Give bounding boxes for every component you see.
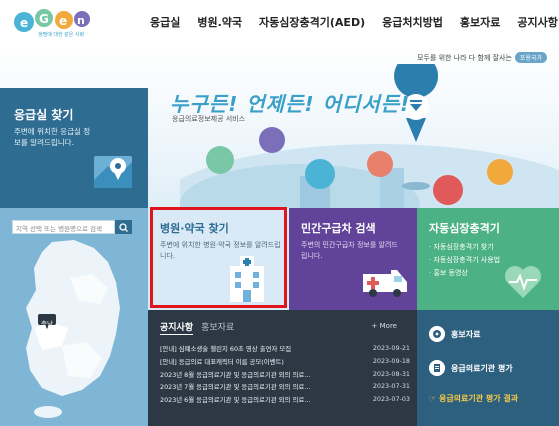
- promo-link[interactable]: 홍보자료: [429, 326, 480, 342]
- ambulance-desc: 주변의 민간구급차 정보를 알려드립니다.: [301, 241, 398, 260]
- nav-item-aed[interactable]: 자동심장충격기(AED): [259, 14, 365, 30]
- eval-result-link[interactable]: ☞ 응급의료기관 평가 결과: [429, 393, 518, 404]
- aed-links: · 자동심장충격기 찾기 · 자동심장충격기 사용법 · 홍보 동영상: [429, 241, 500, 280]
- eval-label: 응급의료기관 평가: [451, 363, 513, 373]
- film-icon: [429, 326, 445, 342]
- resources-panel: 홍보자료 응급의료기관 평가 ☞ 응급의료기관 평가 결과: [417, 310, 559, 426]
- main-nav: 응급실 병원.약국 자동심장충격기(AED) 응급처치방법 홍보자료 공지사항: [150, 14, 559, 30]
- svg-text:n: n: [77, 14, 85, 27]
- notice-date: 2023-09-21: [372, 344, 410, 352]
- region-map-panel: 지역 선택 또는 병원명으로 검색 충남: [0, 208, 148, 426]
- notice-row[interactable]: 2023년 7월 응급의료기관 및 응급의료기관 외의 의료... 2023-0…: [160, 382, 410, 395]
- notice-row[interactable]: 2023년 6월 응급의료기관 및 응급의료기관 외의 의료... 2023-0…: [160, 395, 410, 408]
- nav-item-er[interactable]: 응급실: [150, 14, 180, 30]
- eval-link[interactable]: 응급의료기관 평가: [429, 360, 513, 376]
- notice-date: 2023-07-31: [372, 382, 410, 391]
- aed-link-video[interactable]: · 홍보 동영상: [429, 267, 500, 280]
- promo-label: 홍보자료: [451, 329, 481, 339]
- er-title: 응급실 찾기: [14, 108, 74, 122]
- notice-row[interactable]: [안내] 응급의료 대표캐릭터 이름 공모(이벤트) 2023-09-18: [160, 357, 410, 370]
- search-button[interactable]: [115, 220, 132, 234]
- tab-notice[interactable]: 공지사항: [160, 320, 194, 335]
- aed-title: 자동심장충격기: [429, 222, 500, 235]
- notice-title[interactable]: [안내] 심폐소생술 챌린지 60초 영상 출연자 모집: [160, 344, 345, 357]
- aed-link-howto[interactable]: · 자동심장충격기 사용법: [429, 254, 500, 267]
- notice-list: [안내] 심폐소생술 챌린지 60초 영상 출연자 모집 2023-09-21 …: [160, 344, 410, 408]
- er-search-card[interactable]: 응급실 찾기 주변에 위치한 응급실 정보를 알려드립니다.: [0, 88, 148, 208]
- notice-date: 2023-08-31: [372, 369, 410, 378]
- heart-pulse-icon: [505, 266, 541, 298]
- notice-row[interactable]: 2023년 8월 응급의료기관 및 응급의료기관 외의 의료... 2023-0…: [160, 370, 410, 383]
- svg-text:e: e: [59, 14, 67, 28]
- ambulance-icon: [363, 270, 407, 297]
- slogan: 모두를 위한 나라 다 함께 잘사는 포용국가: [417, 52, 547, 63]
- slogan-text: 모두를 위한 나라 다 함께 잘사는: [417, 54, 512, 62]
- notice-board: 공지사항 홍보자료 + More [안내] 심폐소생술 챌린지 60초 영상 출…: [148, 310, 417, 426]
- er-desc: 주변에 위치한 응급실 정보를 알려드립니다.: [14, 127, 91, 147]
- nav-item-hospital[interactable]: 병원.약국: [197, 14, 242, 30]
- logo-tagline: 생명에 대한 같은 사랑: [38, 32, 85, 38]
- aed-link-find[interactable]: · 자동심장충격기 찾기: [429, 241, 500, 254]
- map-pin-icon: [94, 156, 132, 188]
- svg-text:G: G: [39, 12, 49, 26]
- notice-date: 2023-09-18: [372, 356, 410, 365]
- private-ambulance-card[interactable]: 민간구급차 검색 주변의 민간구급차 정보를 알려드립니다.: [289, 208, 417, 310]
- highlight-frame: [150, 207, 287, 308]
- document-icon: [429, 360, 445, 376]
- ambulance-title: 민간구급차 검색: [301, 222, 376, 235]
- slogan-badge: 포용국가: [514, 52, 547, 63]
- map-marker-label[interactable]: 충남: [41, 318, 53, 328]
- hero-subtitle: 응급의료정보제공 서비스: [172, 115, 246, 123]
- nav-item-first-aid[interactable]: 응급처치방법: [382, 14, 443, 30]
- aed-card[interactable]: 자동심장충격기 · 자동심장충격기 찾기 · 자동심장충격기 사용법 · 홍보 …: [417, 208, 559, 310]
- hero-title: 누구든! 언제든! 어디서든!: [170, 92, 411, 116]
- notice-title[interactable]: 2023년 7월 응급의료기관 및 응급의료기관 외의 의료...: [160, 382, 345, 395]
- notice-title[interactable]: 2023년 8월 응급의료기관 및 응급의료기관 외의 의료...: [160, 370, 345, 383]
- notice-date: 2023-07-03: [372, 395, 410, 404]
- nav-item-notice[interactable]: 공지사항: [517, 14, 557, 30]
- search-icon: [119, 223, 128, 232]
- region-search-input[interactable]: 지역 선택 또는 병원명으로 검색: [12, 220, 115, 234]
- svg-text:e: e: [20, 16, 28, 30]
- notice-title[interactable]: [안내] 응급의료 대표캐릭터 이름 공모(이벤트): [160, 357, 345, 370]
- site-header: e G e n 생명에 대한 같은 사랑 응급실 병원.약국 자동심장충격기(A…: [0, 0, 559, 44]
- notice-title[interactable]: 2023년 6월 응급의료기관 및 응급의료기관 외의 의료...: [160, 395, 345, 408]
- tab-promo[interactable]: 홍보자료: [201, 320, 234, 335]
- city-illustration-icon: [180, 64, 559, 208]
- korea-map-icon[interactable]: [12, 238, 137, 426]
- more-link[interactable]: + More: [372, 322, 397, 330]
- notice-tabs: 공지사항 홍보자료: [160, 320, 234, 335]
- notice-row[interactable]: [안내] 심폐소생술 챌린지 60초 영상 출연자 모집 2023-09-21: [160, 344, 410, 357]
- nav-item-promo[interactable]: 홍보자료: [460, 14, 500, 30]
